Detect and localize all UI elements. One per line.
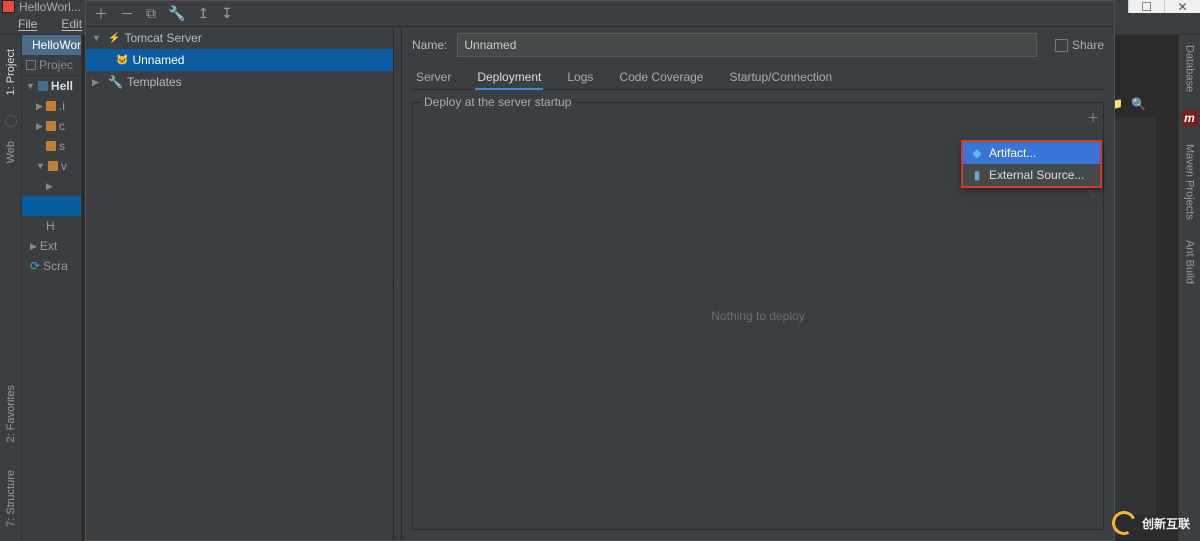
project-header: Projec [39,58,73,72]
window-controls: ☐ ✕ [1128,0,1200,13]
tool-maven[interactable]: Maven Projects [1184,144,1196,220]
popup-artifact[interactable]: ◆ Artifact... [963,142,1100,164]
tree-tomcat-server[interactable]: ▼ ⚡ Tomcat Server [86,27,393,49]
project-tool-window: HelloWor Projec ▼Hell ▶.i ▶c s ▼v ▶ H ▶E… [22,35,82,541]
tree-item[interactable]: ▼v [22,156,81,176]
add-icon[interactable]: ＋ [94,4,108,24]
popup-label: Artifact... [989,146,1036,160]
tool-structure[interactable]: 7: Structure [5,470,17,527]
tree-item[interactable]: H [22,216,81,236]
wrench-icon: 🔧 [108,75,123,89]
tab-code-coverage[interactable]: Code Coverage [617,65,705,89]
tomcat-icon: 🐱 [116,55,128,66]
tree-item[interactable]: ▶c [22,116,81,136]
deploy-edit-icon[interactable]: ✎ [1087,187,1099,201]
tool-ant[interactable]: Ant Build [1184,240,1196,284]
search-icon[interactable]: 🔍 [1131,97,1146,111]
intellij-icon [2,0,15,13]
tree-label: Templates [127,75,182,89]
run-config-dialog: ＋ － ⧉ 🔧 ↥ ↧ ▼ ⚡ Tomcat Server 🐱 Unnamed … [85,0,1115,541]
splitter[interactable]: ⋮ [394,27,402,540]
config-tree[interactable]: ▼ ⚡ Tomcat Server 🐱 Unnamed ▶ 🔧 Template… [86,27,394,540]
tab-startup-connection[interactable]: Startup/Connection [727,65,834,89]
project-tab[interactable]: HelloWor [22,35,81,55]
globe-icon [5,115,17,127]
tree-label: Tomcat Server [124,31,201,45]
move-down-icon[interactable]: ↧ [221,5,233,22]
popup-label: External Source... [989,168,1084,182]
maven-icon: m [1182,110,1198,126]
artifact-icon: ◆ [971,146,983,160]
add-deploy-popup: ◆ Artifact... ▮ External Source... [962,141,1101,187]
share-label: Share [1072,38,1104,52]
window-title: HelloWorl... [19,0,81,14]
folder-icon [48,161,58,171]
tab-server[interactable]: Server [414,65,453,89]
deploy-add-icon[interactable]: ＋ [1087,109,1099,126]
tool-database[interactable]: Database [1184,45,1196,92]
tomcat-icon: ⚡ [108,33,120,44]
tab-deployment[interactable]: Deployment [475,65,543,89]
tree-label: Unnamed [132,53,184,67]
folder-icon [46,101,56,111]
share-checkbox[interactable] [1055,39,1068,52]
tool-project[interactable]: 1: Project [5,49,17,95]
tab-logs[interactable]: Logs [565,65,595,89]
editor-toolbar: ◧ 📁 🔍 [1112,90,1152,118]
tool-favorites[interactable]: 2: Favorites [5,385,17,442]
tree-item[interactable]: ⟳Scra [22,256,81,276]
dialog-toolbar: ＋ － ⧉ 🔧 ↥ ↧ [86,1,1114,27]
tree-item[interactable]: ▶Ext [22,236,81,256]
tree-item[interactable]: ▶.i [22,96,81,116]
maximize-button[interactable]: ☐ [1128,0,1164,13]
folder-icon [46,141,56,151]
project-tree[interactable]: ▼Hell ▶.i ▶c s ▼v ▶ H ▶Ext ⟳Scra [22,76,81,276]
remove-icon[interactable]: － [120,4,134,24]
tree-item[interactable]: s [22,136,81,156]
external-source-icon: ▮ [971,168,983,182]
tree-root[interactable]: ▼Hell [22,76,81,96]
menu-file[interactable]: File [6,17,49,31]
name-input[interactable] [457,33,1037,57]
folder-icon [38,81,48,91]
dialog-tabs: Server Deployment Logs Code Coverage Sta… [412,65,1104,90]
project-tab-label: HelloWor [32,38,81,52]
tree-templates[interactable]: ▶ 🔧 Templates [86,71,393,93]
right-tool-strip: Database m Maven Projects Ant Build [1178,35,1200,541]
deploy-header: Deploy at the server startup [421,95,574,109]
folder-icon [46,121,56,131]
tool-web[interactable]: Web [5,141,17,163]
move-up-icon[interactable]: ↥ [197,5,209,22]
tree-item-selected[interactable] [22,196,81,216]
popup-external-source[interactable]: ▮ External Source... [963,164,1100,186]
tree-unnamed[interactable]: 🐱 Unnamed [86,49,393,71]
wrench-icon[interactable]: 🔧 [168,5,185,22]
copy-icon[interactable]: ⧉ [146,5,156,22]
name-label: Name: [412,38,447,52]
left-tool-strip: 1: Project Web 2: Favorites 7: Structure [0,35,22,541]
window-icon [26,60,36,70]
tree-item[interactable]: ▶ [22,176,81,196]
close-button[interactable]: ✕ [1164,0,1200,13]
